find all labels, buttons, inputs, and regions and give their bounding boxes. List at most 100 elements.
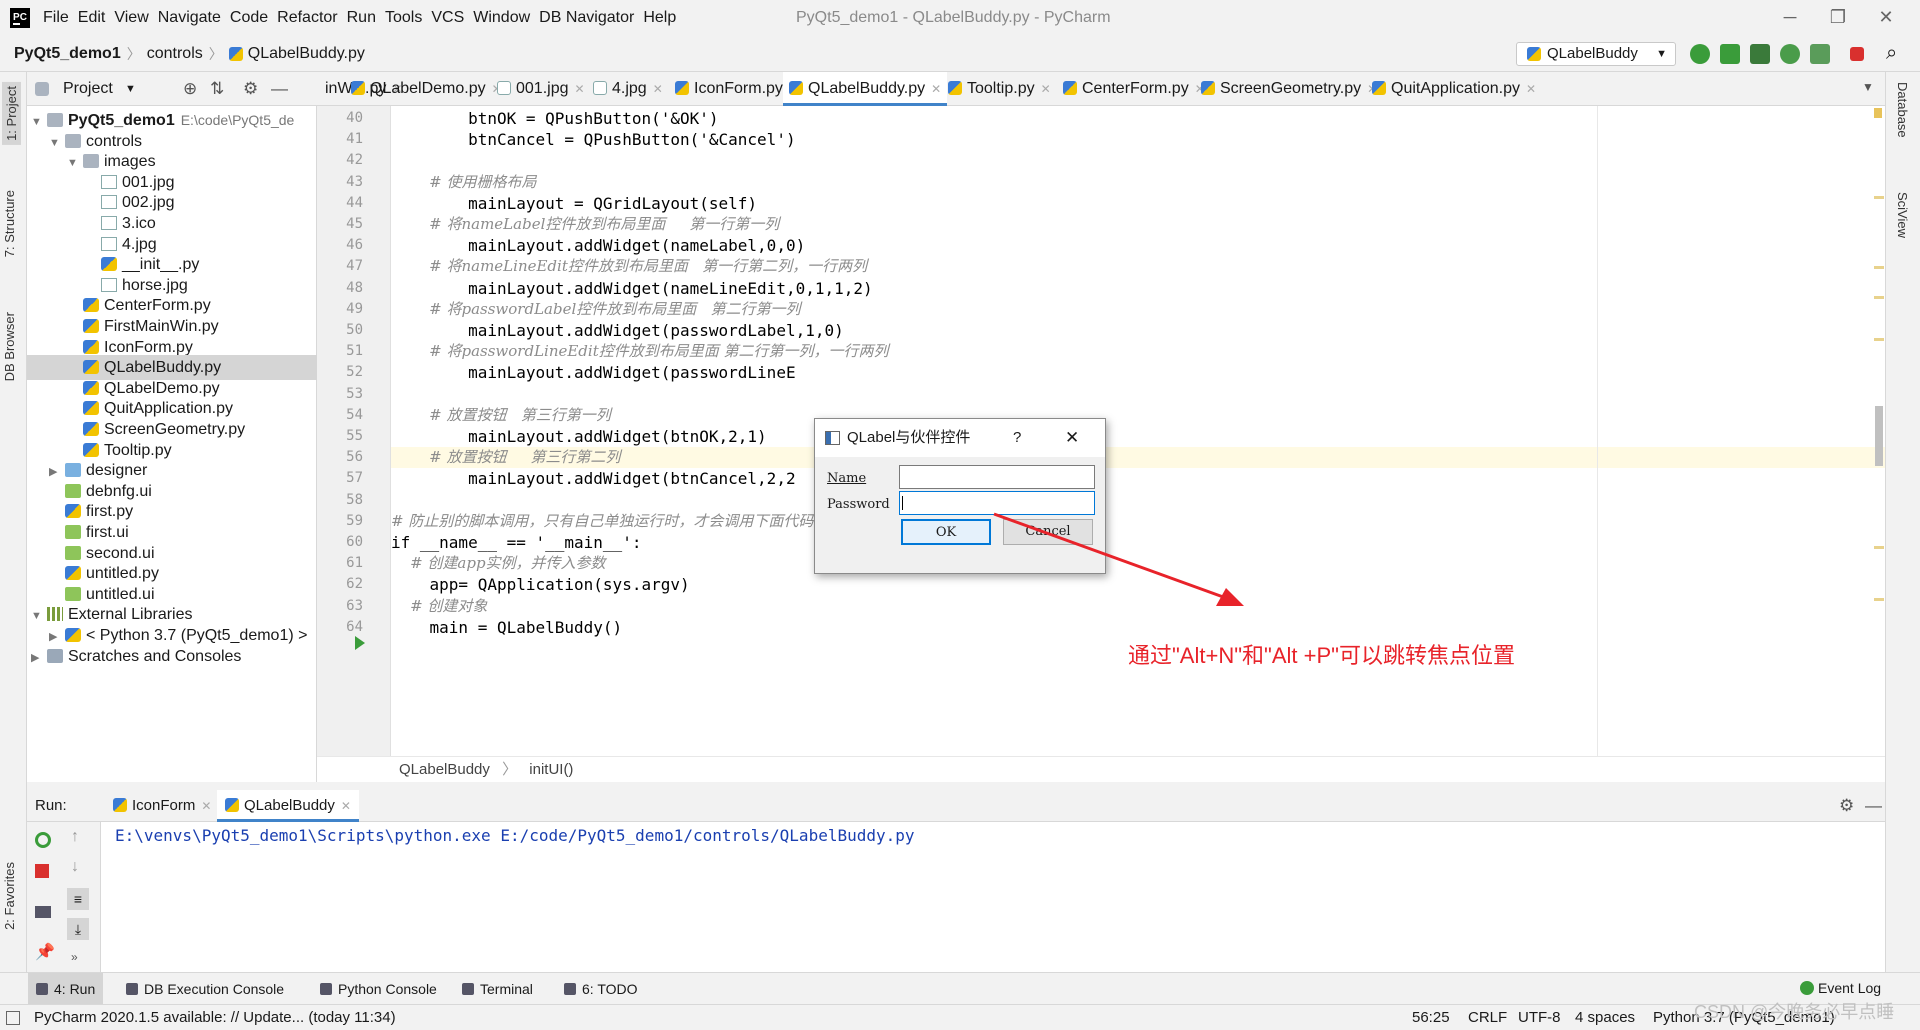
scroll-marker[interactable] bbox=[1874, 598, 1884, 601]
collapse-all-icon[interactable]: ⇅ bbox=[210, 72, 224, 106]
bottom-tool-tab[interactable]: 6: TODO bbox=[556, 973, 646, 1005]
favorites-tool-tab[interactable]: 2: Favorites bbox=[2, 862, 17, 930]
hide-panel-icon[interactable]: — bbox=[1865, 790, 1882, 822]
coverage-icon[interactable] bbox=[1750, 44, 1770, 64]
stop-icon[interactable] bbox=[1850, 47, 1864, 61]
code-line[interactable]: # 使用栅格布局 bbox=[391, 172, 1885, 193]
editor-crumb-method[interactable]: initUI() bbox=[529, 761, 573, 778]
close-window-icon[interactable]: ✕ bbox=[1862, 0, 1910, 36]
line-number[interactable]: 42 bbox=[317, 150, 363, 171]
line-number[interactable]: 46 bbox=[317, 235, 363, 256]
menu-item[interactable]: Code bbox=[229, 0, 276, 36]
code-line[interactable]: # 将nameLabel控件放到布局里面 第一行第一列 bbox=[391, 214, 1885, 235]
line-number[interactable]: 55 bbox=[317, 426, 363, 447]
debug-icon[interactable] bbox=[1720, 44, 1740, 64]
code-line[interactable]: # 将passwordLineEdit控件放到布局里面 第二行第一列，一行两列 bbox=[391, 341, 1885, 362]
chevron-right-icon[interactable]: ▶ bbox=[31, 646, 47, 671]
run-tab[interactable]: QLabelBuddy ✕ bbox=[217, 790, 359, 822]
rerun-icon[interactable] bbox=[35, 832, 51, 848]
code-line[interactable] bbox=[391, 490, 1885, 511]
menu-item[interactable]: DB Navigator bbox=[538, 0, 642, 36]
close-tab-icon[interactable]: ✕ bbox=[1041, 82, 1051, 96]
line-number[interactable]: 61 bbox=[317, 553, 363, 574]
code-line[interactable]: mainLayout.addWidget(passwordLabel,1,0) bbox=[391, 320, 1885, 341]
file-encoding[interactable]: UTF-8 bbox=[1518, 1005, 1561, 1030]
editor-tab[interactable]: QLabelDemo.py✕ bbox=[345, 72, 508, 106]
event-log[interactable]: Event Log bbox=[1800, 980, 1881, 996]
stop-icon[interactable] bbox=[35, 864, 49, 878]
line-number[interactable]: 62 bbox=[317, 574, 363, 595]
caret-position[interactable]: 56:25 bbox=[1412, 1005, 1450, 1030]
menu-item[interactable]: Edit bbox=[77, 0, 114, 36]
editor-crumb-class[interactable]: QLabelBuddy bbox=[399, 761, 490, 778]
line-number[interactable]: 63 bbox=[317, 596, 363, 617]
code-line[interactable]: mainLayout.addWidget(passwordLineE bbox=[391, 362, 1885, 383]
code-line[interactable]: # 将nameLineEdit控件放到布局里面 第一行第二列，一行两列 bbox=[391, 256, 1885, 277]
menu-item[interactable]: View bbox=[113, 0, 156, 36]
line-number[interactable]: 50 bbox=[317, 320, 363, 341]
menu-item[interactable]: Refactor bbox=[276, 0, 345, 36]
scroll-up-icon[interactable]: ↑ bbox=[71, 828, 79, 846]
scroll-marker[interactable] bbox=[1874, 338, 1884, 341]
tab-overflow-icon[interactable]: ▼ bbox=[1862, 80, 1874, 94]
scroll-thumb[interactable] bbox=[1875, 406, 1883, 466]
code-line[interactable]: mainLayout.addWidget(btnCancel,2,2 bbox=[391, 468, 1885, 489]
run-tab[interactable]: IconForm ✕ bbox=[105, 790, 219, 822]
line-number[interactable]: 54 bbox=[317, 405, 363, 426]
close-tab-icon[interactable]: ✕ bbox=[341, 799, 351, 813]
line-number[interactable]: 43 bbox=[317, 172, 363, 193]
scroll-marker[interactable] bbox=[1874, 266, 1884, 269]
warning-marker[interactable] bbox=[1874, 108, 1882, 118]
toggle-tool-windows-icon[interactable] bbox=[6, 1011, 20, 1025]
line-number[interactable]: 52 bbox=[317, 362, 363, 383]
code-line[interactable]: # 放置按钮 第三行第一列 bbox=[391, 405, 1885, 426]
scroll-marker[interactable] bbox=[1874, 546, 1884, 549]
line-number[interactable]: 60 bbox=[317, 532, 363, 553]
code-line[interactable]: mainLayout.addWidget(btnOK,2,1) bbox=[391, 426, 1885, 447]
editor-tab[interactable]: QLabelBuddy.py ✕ bbox=[783, 72, 948, 106]
status-message[interactable]: PyCharm 2020.1.5 available: // Update...… bbox=[34, 1005, 396, 1030]
project-panel-title[interactable]: Project bbox=[63, 72, 113, 106]
line-number[interactable]: 44 bbox=[317, 193, 363, 214]
scroll-marker[interactable] bbox=[1874, 196, 1884, 199]
line-number[interactable]: 53 bbox=[317, 384, 363, 405]
line-separator[interactable]: CRLF bbox=[1468, 1005, 1507, 1030]
indent-setting[interactable]: 4 spaces bbox=[1575, 1005, 1635, 1030]
close-tab-icon[interactable]: ✕ bbox=[653, 82, 663, 96]
code-line[interactable]: # 放置按钮 第三行第二列 bbox=[391, 447, 1885, 469]
run-config-selector[interactable]: QLabelBuddy ▼ bbox=[1516, 42, 1676, 66]
menu-item[interactable]: Run bbox=[346, 0, 384, 36]
line-number[interactable]: 56 bbox=[317, 447, 363, 468]
line-number[interactable]: 49 bbox=[317, 299, 363, 320]
menu-item[interactable]: Help bbox=[642, 0, 684, 36]
breadcrumb-folder[interactable]: controls bbox=[147, 36, 203, 72]
line-number[interactable]: 51 bbox=[317, 341, 363, 362]
rerun-icon[interactable] bbox=[1690, 44, 1710, 64]
close-tab-icon[interactable]: ✕ bbox=[575, 82, 585, 96]
name-input[interactable] bbox=[899, 465, 1095, 489]
line-number[interactable]: 59 bbox=[317, 511, 363, 532]
structure-tool-tab[interactable]: 7: Structure bbox=[2, 190, 17, 257]
code-line[interactable]: mainLayout.addWidget(nameLineEdit,0,1,1,… bbox=[391, 278, 1885, 299]
search-icon[interactable]: ⌕ bbox=[1886, 42, 1897, 65]
breadcrumb-file[interactable]: QLabelBuddy.py bbox=[248, 36, 365, 72]
line-number[interactable]: 47 bbox=[317, 256, 363, 277]
code-line[interactable] bbox=[391, 384, 1885, 405]
close-icon[interactable]: ✕ bbox=[1065, 419, 1079, 457]
sciview-tool-tab[interactable]: SciView bbox=[1895, 192, 1910, 238]
breadcrumb-project[interactable]: PyQt5_demo1 bbox=[14, 36, 121, 72]
scroll-marker[interactable] bbox=[1874, 296, 1884, 299]
tree-item[interactable]: ▶ Scratches and Consoles bbox=[27, 644, 241, 669]
code-line[interactable]: btnOK = QPushButton('&OK') bbox=[391, 108, 1885, 129]
code-line[interactable]: mainLayout.addWidget(nameLabel,0,0) bbox=[391, 235, 1885, 256]
editor-tab[interactable]: 001.jpg ✕ bbox=[491, 72, 591, 106]
gear-icon[interactable]: ⚙ bbox=[1839, 790, 1854, 822]
ok-button[interactable]: OK bbox=[901, 519, 991, 545]
code-line[interactable] bbox=[391, 150, 1885, 171]
menu-item[interactable]: VCS bbox=[430, 0, 472, 36]
editor-scrollbar-markers[interactable] bbox=[1874, 106, 1885, 756]
line-number[interactable]: 48 bbox=[317, 278, 363, 299]
menu-item[interactable]: Navigate bbox=[157, 0, 229, 36]
maximize-icon[interactable]: ❐ bbox=[1814, 0, 1862, 36]
line-number[interactable]: 57 bbox=[317, 468, 363, 489]
